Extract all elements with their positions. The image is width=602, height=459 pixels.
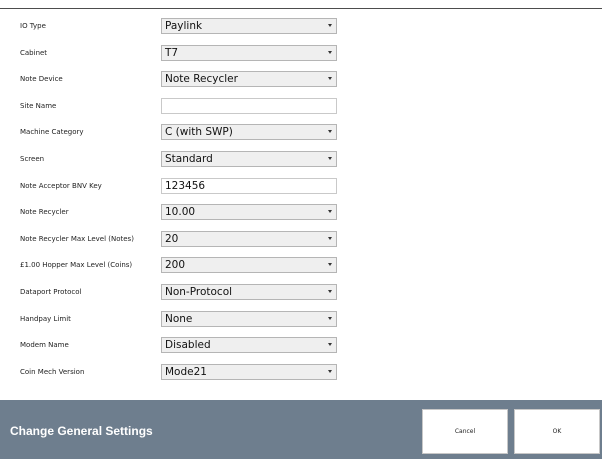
setting-row-dataport-protocol: Dataport Protocol Non-Protocol — [0, 279, 602, 306]
setting-label: Site Name — [20, 101, 57, 110]
dropdown-value: T7 — [165, 46, 179, 59]
bnv-key-input[interactable]: 123456 — [161, 177, 337, 194]
setting-row-note-recycler: Note Recycler 10.00 — [0, 199, 602, 226]
settings-form: IO Type Paylink Cabinet T7 Note Device N… — [0, 13, 602, 385]
coin-mech-version-dropdown[interactable]: Mode21 — [161, 363, 337, 380]
setting-label: Cabinet — [20, 48, 48, 57]
chevron-down-icon — [328, 156, 332, 160]
dropdown-value: C (with SWP) — [165, 126, 233, 139]
setting-label: Dataport Protocol — [20, 287, 82, 296]
setting-row-coin-mech-version: Coin Mech Version Mode21 — [0, 359, 602, 386]
setting-label: Note Recycler — [20, 208, 69, 217]
dropdown-value: None — [165, 312, 193, 325]
chevron-down-icon — [328, 130, 332, 134]
chevron-down-icon — [328, 210, 332, 214]
cabinet-dropdown[interactable]: T7 — [161, 44, 337, 61]
page-title: Change General Settings — [10, 424, 153, 438]
chevron-down-icon — [328, 316, 332, 320]
setting-label: Modem Name — [20, 341, 69, 350]
chevron-down-icon — [328, 77, 332, 81]
top-divider — [0, 8, 602, 9]
setting-label: Coin Mech Version — [20, 367, 85, 376]
dropdown-value: Paylink — [165, 20, 203, 32]
dropdown-value: 200 — [165, 259, 186, 272]
hopper-max-level-dropdown[interactable]: 200 — [161, 257, 337, 274]
note-recycler-dropdown[interactable]: 10.00 — [161, 204, 337, 221]
setting-label: IO Type — [20, 22, 46, 30]
dropdown-value: 20 — [165, 232, 179, 245]
setting-row-bnv-key: Note Acceptor BNV Key 123456 — [0, 173, 602, 200]
cancel-button[interactable]: Cancel — [422, 409, 508, 454]
modem-name-dropdown[interactable]: Disabled — [161, 337, 337, 354]
input-value: 123456 — [165, 179, 206, 192]
setting-label: Note Device — [20, 75, 63, 84]
setting-row-machine-category: Machine Category C (with SWP) — [0, 119, 602, 146]
setting-row-io-type: IO Type Paylink — [0, 13, 602, 40]
io-type-dropdown[interactable]: Paylink — [161, 18, 337, 34]
handpay-limit-dropdown[interactable]: None — [161, 310, 337, 327]
footer-bar: Change General Settings Cancel OK — [0, 400, 602, 459]
setting-label: Machine Category — [20, 128, 84, 137]
setting-row-modem-name: Modem Name Disabled — [0, 332, 602, 359]
setting-row-cabinet: Cabinet T7 — [0, 40, 602, 67]
dropdown-value: Standard — [165, 152, 213, 165]
dropdown-value: Note Recycler — [165, 73, 238, 86]
setting-row-screen: Screen Standard — [0, 146, 602, 173]
ok-button[interactable]: OK — [514, 409, 600, 454]
setting-label: £1.00 Hopper Max Level (Coins) — [20, 261, 133, 270]
setting-label: Handpay Limit — [20, 314, 71, 323]
chevron-down-icon — [328, 236, 332, 240]
note-device-dropdown[interactable]: Note Recycler — [161, 71, 337, 88]
dropdown-value: 10.00 — [165, 206, 196, 219]
dataport-protocol-dropdown[interactable]: Non-Protocol — [161, 283, 337, 300]
setting-row-handpay-limit: Handpay Limit None — [0, 306, 602, 333]
machine-category-dropdown[interactable]: C (with SWP) — [161, 124, 337, 141]
recycler-max-level-dropdown[interactable]: 20 — [161, 230, 337, 247]
screen-dropdown[interactable]: Standard — [161, 150, 337, 167]
site-name-input[interactable] — [161, 97, 337, 114]
setting-row-hopper-max-level: £1.00 Hopper Max Level (Coins) 200 — [0, 252, 602, 279]
chevron-down-icon — [328, 343, 332, 347]
chevron-down-icon — [328, 50, 332, 54]
setting-row-recycler-max-level: Note Recycler Max Level (Notes) 20 — [0, 226, 602, 253]
setting-label: Note Recycler Max Level (Notes) — [20, 234, 134, 243]
chevron-down-icon — [328, 24, 332, 27]
setting-row-note-device: Note Device Note Recycler — [0, 66, 602, 93]
chevron-down-icon — [328, 369, 332, 373]
setting-label: Note Acceptor BNV Key — [20, 181, 102, 190]
dropdown-value: Mode21 — [165, 365, 207, 378]
setting-row-site-name: Site Name — [0, 93, 602, 120]
dropdown-value: Non-Protocol — [165, 285, 233, 298]
chevron-down-icon — [328, 263, 332, 267]
setting-label: Screen — [20, 154, 45, 163]
chevron-down-icon — [328, 289, 332, 293]
dropdown-value: Disabled — [165, 339, 211, 352]
